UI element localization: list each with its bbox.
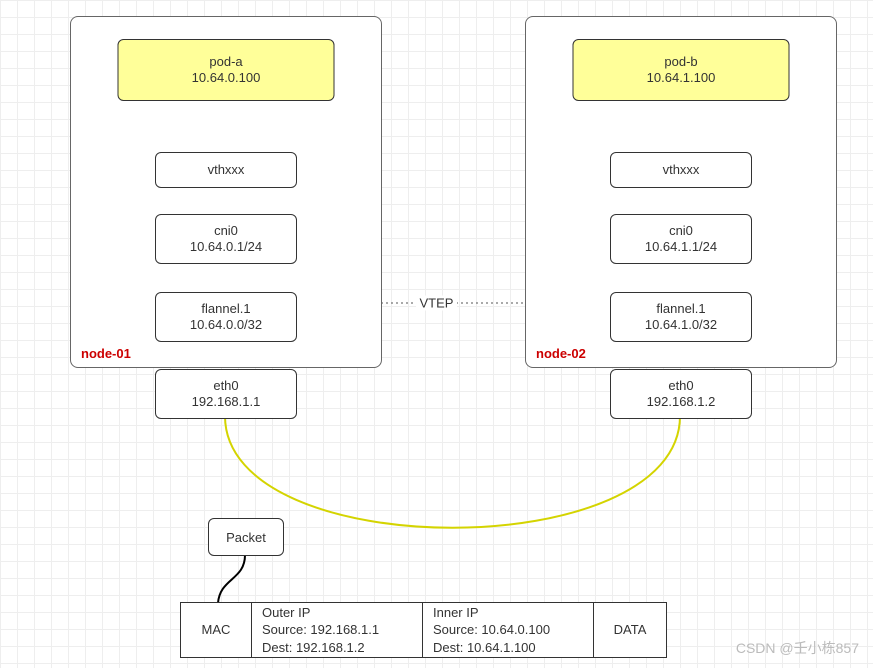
eth-name: eth0 — [668, 378, 693, 394]
pod-name: pod-b — [664, 54, 697, 70]
inner-ip-source: Source: 10.64.0.100 — [433, 621, 583, 639]
outer-ip-dest: Dest: 192.168.1.2 — [262, 639, 412, 657]
flannel-right: flannel.1 10.64.1.0/32 — [610, 292, 752, 342]
flannel-name: flannel.1 — [201, 301, 250, 317]
pod-ip: 10.64.0.100 — [192, 70, 261, 86]
outer-ip-cell: Outer IP Source: 192.168.1.1 Dest: 192.1… — [252, 603, 423, 657]
cni-name: cni0 — [214, 223, 238, 239]
data-cell: DATA — [594, 603, 666, 657]
pod-ip: 10.64.1.100 — [647, 70, 716, 86]
veth-name: vthxxx — [663, 162, 700, 178]
node-box-right: pod-b 10.64.1.100 vthxxx cni0 10.64.1.1/… — [525, 16, 837, 368]
eth-name: eth0 — [213, 378, 238, 394]
packet-header-table: MAC Outer IP Source: 192.168.1.1 Dest: 1… — [180, 602, 667, 658]
eth0-right: eth0 192.168.1.2 — [610, 369, 752, 419]
eth0-left: eth0 192.168.1.1 — [155, 369, 297, 419]
cni-cidr: 10.64.1.1/24 — [645, 239, 717, 255]
veth-left: vthxxx — [155, 152, 297, 188]
inner-ip-cell: Inner IP Source: 10.64.0.100 Dest: 10.64… — [423, 603, 594, 657]
cni0-left: cni0 10.64.0.1/24 — [155, 214, 297, 264]
veth-right: vthxxx — [610, 152, 752, 188]
flannel-name: flannel.1 — [656, 301, 705, 317]
vtep-label: VTEP — [416, 296, 458, 311]
node-label-right: node-02 — [536, 346, 586, 361]
pod-b-box: pod-b 10.64.1.100 — [573, 39, 790, 101]
outer-ip-source: Source: 192.168.1.1 — [262, 621, 412, 639]
flannel-cidr: 10.64.0.0/32 — [190, 317, 262, 333]
cni-cidr: 10.64.0.1/24 — [190, 239, 262, 255]
eth-ip: 192.168.1.1 — [192, 394, 261, 410]
watermark: CSDN @壬小栋857 — [736, 638, 859, 658]
flannel-cidr: 10.64.1.0/32 — [645, 317, 717, 333]
veth-name: vthxxx — [208, 162, 245, 178]
node-label-left: node-01 — [81, 346, 131, 361]
eth-ip: 192.168.1.2 — [647, 394, 716, 410]
inner-ip-title: Inner IP — [433, 604, 583, 622]
cni-name: cni0 — [669, 223, 693, 239]
packet-label: Packet — [226, 530, 266, 545]
pod-a-box: pod-a 10.64.0.100 — [118, 39, 335, 101]
mac-label: MAC — [202, 621, 231, 639]
flannel-left: flannel.1 10.64.0.0/32 — [155, 292, 297, 342]
data-label: DATA — [614, 621, 647, 639]
cni0-right: cni0 10.64.1.1/24 — [610, 214, 752, 264]
inner-ip-dest: Dest: 10.64.1.100 — [433, 639, 583, 657]
pod-name: pod-a — [209, 54, 242, 70]
node-box-left: pod-a 10.64.0.100 vthxxx cni0 10.64.0.1/… — [70, 16, 382, 368]
outer-ip-title: Outer IP — [262, 604, 412, 622]
mac-cell: MAC — [181, 603, 252, 657]
packet-box: Packet — [208, 518, 284, 556]
